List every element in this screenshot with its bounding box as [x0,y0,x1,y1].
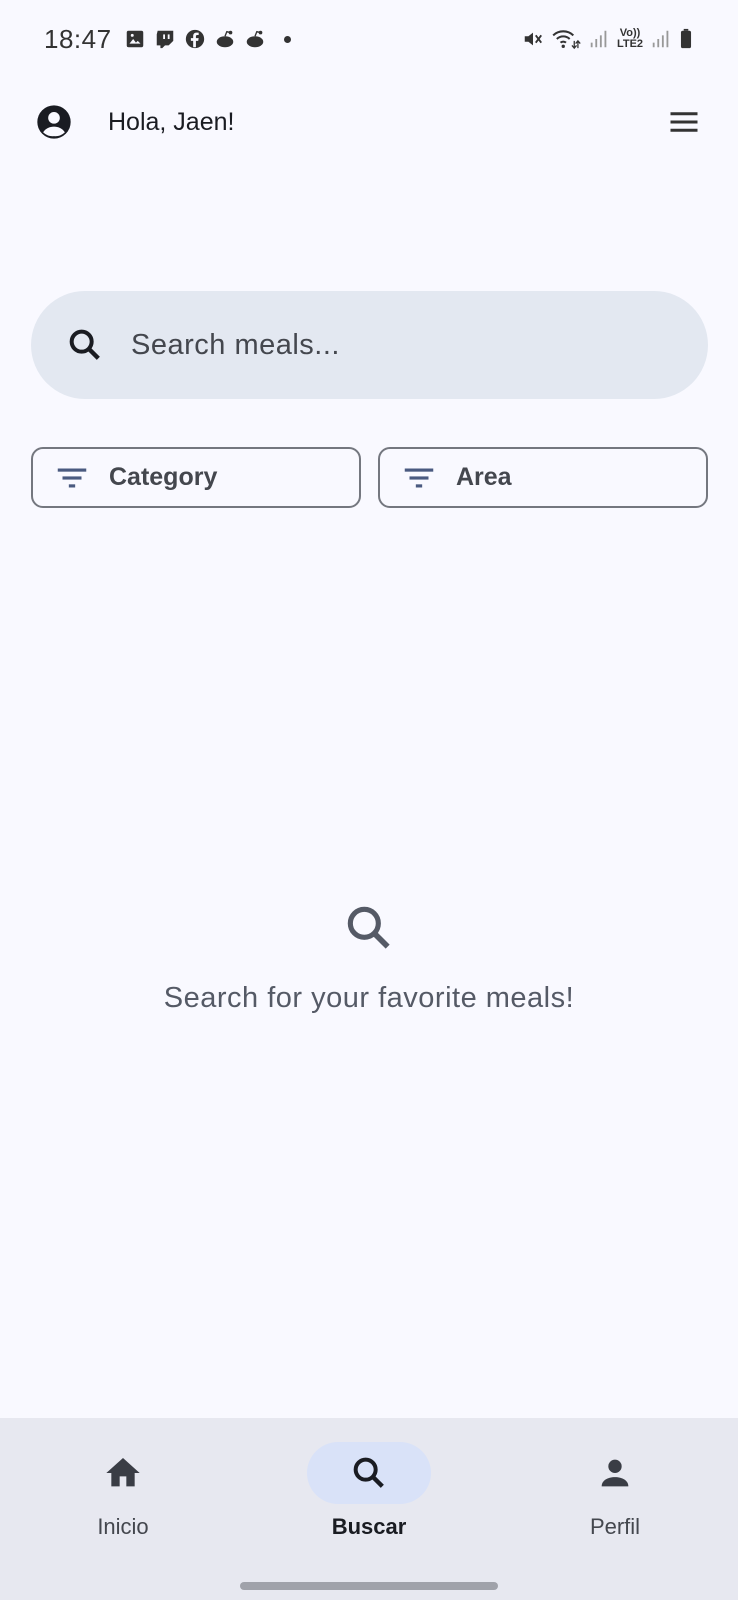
reddit-icon [244,28,266,50]
hamburger-menu-icon[interactable] [664,102,704,142]
home-indicator[interactable] [240,1582,498,1590]
signal-icon [588,28,610,50]
battery-icon [678,28,694,50]
mute-icon [522,28,544,50]
status-time: 18:47 [44,23,112,54]
status-right: Vo)) LTE2 [522,28,694,50]
area-filter-label: Area [456,463,512,491]
area-filter-button[interactable]: Area [378,447,708,508]
nav-label-perfil: Perfil [589,1514,641,1539]
search-icon [341,900,397,956]
person-icon [553,1442,677,1504]
empty-state-message: Search for your favorite meals! [163,982,575,1014]
signal-icon [650,28,672,50]
volte-lte2-icon: Vo)) LTE2 [616,28,644,50]
status-left: 18:47 [44,24,291,55]
reddit-icon [214,28,236,50]
search-input[interactable] [131,328,651,362]
filter-icon [400,459,438,497]
lte2-label: LTE2 [616,38,644,50]
nav-item-buscar[interactable]: Buscar [246,1418,492,1600]
search-icon [307,1442,431,1504]
empty-state: Search for your favorite meals! [0,900,738,1015]
status-bar: 18:47 Vo)) LTE2 [0,0,738,78]
nav-item-perfil[interactable]: Perfil [492,1418,738,1600]
search-icon [65,325,105,365]
account-circle-icon[interactable] [34,102,74,142]
home-icon [61,1442,185,1504]
category-filter-button[interactable]: Category [31,447,361,508]
filter-icon [53,459,91,497]
twitch-icon [154,28,176,50]
nav-label-inicio: Inicio [97,1514,149,1539]
more-notifications-dot [283,35,291,43]
search-bar[interactable] [31,291,708,399]
image-icon [124,28,146,50]
top-app-bar: Hola, Jaen! [0,88,738,156]
nav-label-buscar: Buscar [331,1514,407,1539]
bottom-navigation: Inicio Buscar Perfil [0,1418,738,1600]
facebook-icon [184,28,206,50]
greeting-text: Hola, Jaen! [108,107,235,136]
category-filter-label: Category [109,463,218,491]
nav-item-inicio[interactable]: Inicio [0,1418,246,1600]
filter-row: Category Area [31,447,708,508]
wifi-icon [550,28,582,50]
